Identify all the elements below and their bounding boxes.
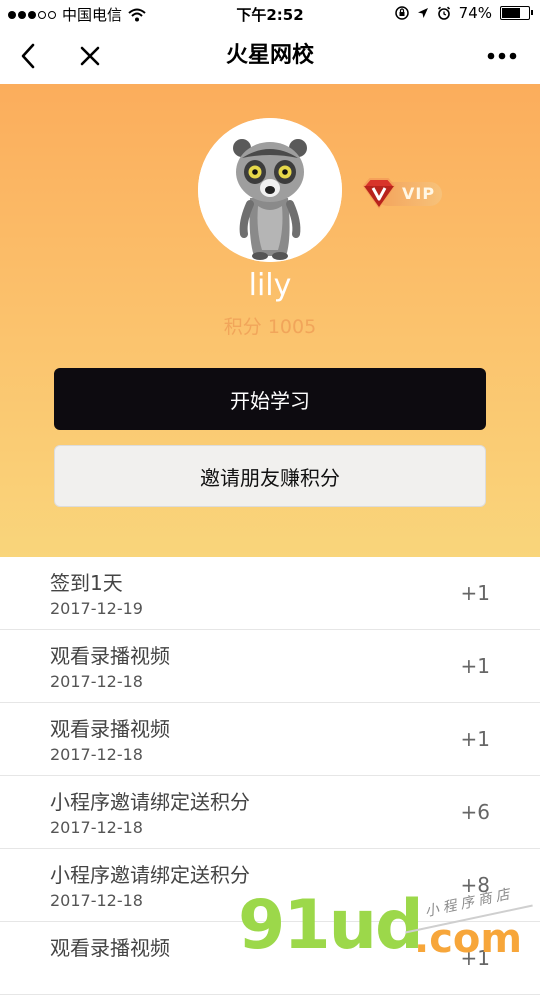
record-score: +1: [460, 727, 490, 751]
points-label: 积分 1005: [223, 316, 317, 338]
nav-bar: 火星网校: [0, 28, 540, 84]
watermark-logo: 91ud 小程序商店 .com: [238, 886, 538, 965]
more-button[interactable]: [482, 28, 522, 84]
alarm-icon: [437, 6, 450, 20]
battery-percent: 74%: [458, 4, 492, 22]
record-score: +1: [460, 654, 490, 678]
invite-friends-button[interactable]: 邀请朋友赚积分: [54, 445, 486, 507]
list-item[interactable]: 观看录播视频 2017-12-18 +1: [0, 703, 540, 776]
record-title: 观看录播视频: [50, 717, 170, 741]
record-date: 2017-12-18: [50, 891, 143, 910]
vip-badge: VIP: [360, 176, 444, 210]
record-title: 观看录播视频: [50, 644, 170, 668]
record-date: 2017-12-18: [50, 818, 143, 837]
list-item[interactable]: 观看录播视频 2017-12-18 +1: [0, 630, 540, 703]
page-title: 火星网校: [225, 43, 314, 68]
record-title: 小程序邀请绑定送积分: [50, 790, 250, 814]
battery-icon: [500, 6, 533, 20]
diamond-icon: [362, 178, 396, 209]
watermark-main: 91ud: [238, 886, 424, 965]
list-item[interactable]: 小程序邀请绑定送积分 2017-12-18 +6: [0, 776, 540, 849]
record-date: 2017-12-18: [50, 745, 143, 764]
more-icon: [487, 52, 517, 60]
record-title: 小程序邀请绑定送积分: [50, 863, 250, 887]
start-learning-button[interactable]: 开始学习: [54, 368, 486, 430]
rotation-lock-icon: [394, 6, 409, 20]
username: lily: [248, 268, 292, 303]
location-icon: [417, 8, 428, 18]
vip-label: VIP: [402, 184, 436, 203]
avatar[interactable]: [198, 118, 342, 262]
record-date: 2017-12-19: [50, 599, 143, 618]
watermark-suffix: .com: [414, 916, 523, 962]
list-item[interactable]: 签到1天 2017-12-19 +1: [0, 557, 540, 630]
profile-header: VIP lily 积分 1005 开始学习 邀请朋友赚积分: [0, 84, 540, 557]
record-title: 观看录播视频: [50, 936, 170, 960]
record-title: 签到1天: [50, 571, 123, 595]
lemur-avatar-image: [198, 118, 342, 262]
record-score: +6: [460, 800, 490, 824]
record-date: 2017-12-18: [50, 672, 143, 691]
status-right: 74%: [394, 4, 533, 22]
record-score: +1: [460, 581, 490, 605]
status-bar: 中国电信 下午2:52 74%: [0, 0, 540, 28]
